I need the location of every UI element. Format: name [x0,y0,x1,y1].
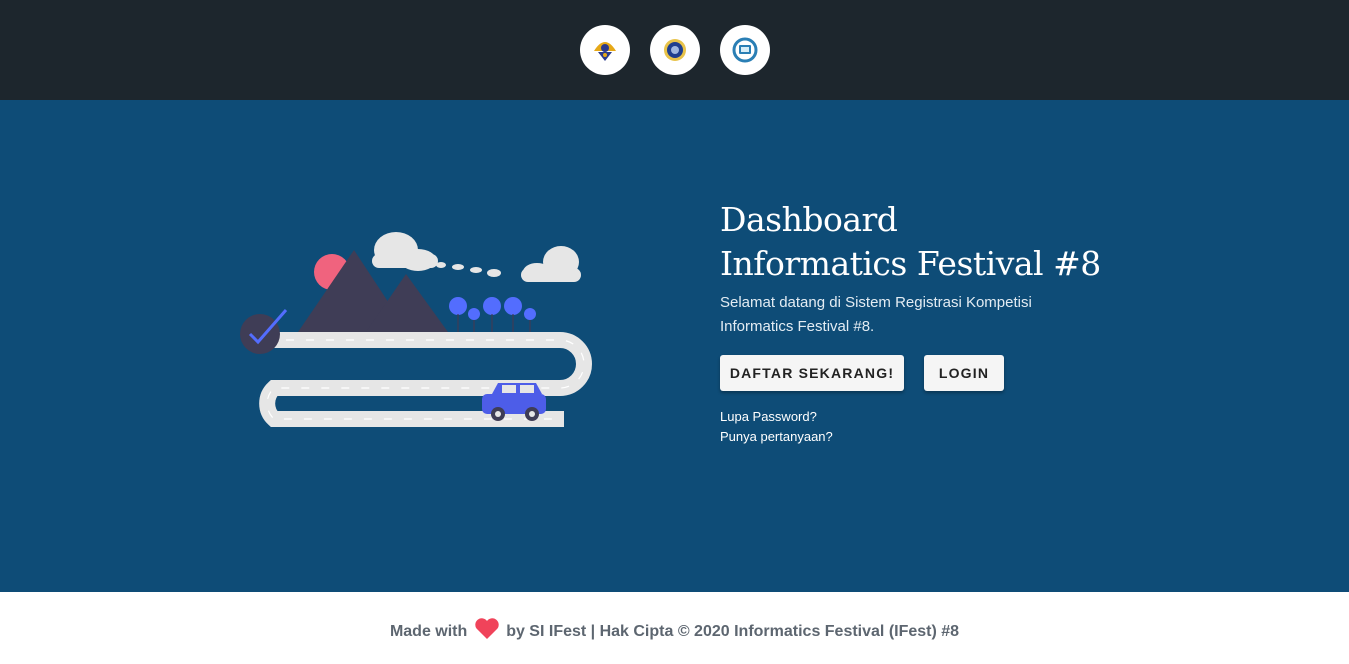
page-title-line2: Informatics Festival #8 [720,244,1101,283]
logo-university[interactable] [650,25,700,75]
top-bar [0,0,1349,100]
tut-wuri-handayani-icon [594,42,616,61]
footer-text: Made with by SI IFest | Hak Cipta © 2020… [0,618,1349,641]
page-title-line1: Dashboard [720,200,898,239]
register-button[interactable]: DAFTAR SEKARANG! [720,355,904,391]
ifest-icon [732,37,758,63]
hero-section: Dashboard Informatics Festival #8 Selama… [0,100,1349,592]
footer-credits: by SI IFest | Hak Cipta © 2020 Informati… [506,623,960,640]
login-button[interactable]: LOGIN [924,355,1004,391]
logo-tut-wuri-handayani[interactable] [580,25,630,75]
university-icon [664,39,686,61]
road-trip-illustration [240,232,592,427]
logo-ifest[interactable] [720,25,770,75]
question-link[interactable]: Punya pertanyaan? [720,429,833,444]
footer-made-with: Made with [389,623,468,640]
heart-icon [475,618,499,639]
welcome-text: Selamat datang di Sistem Registrasi Komp… [720,294,1032,335]
footer: Made with by SI IFest | Hak Cipta © 2020… [0,592,1349,664]
forgot-password-link[interactable]: Lupa Password? [720,409,817,424]
